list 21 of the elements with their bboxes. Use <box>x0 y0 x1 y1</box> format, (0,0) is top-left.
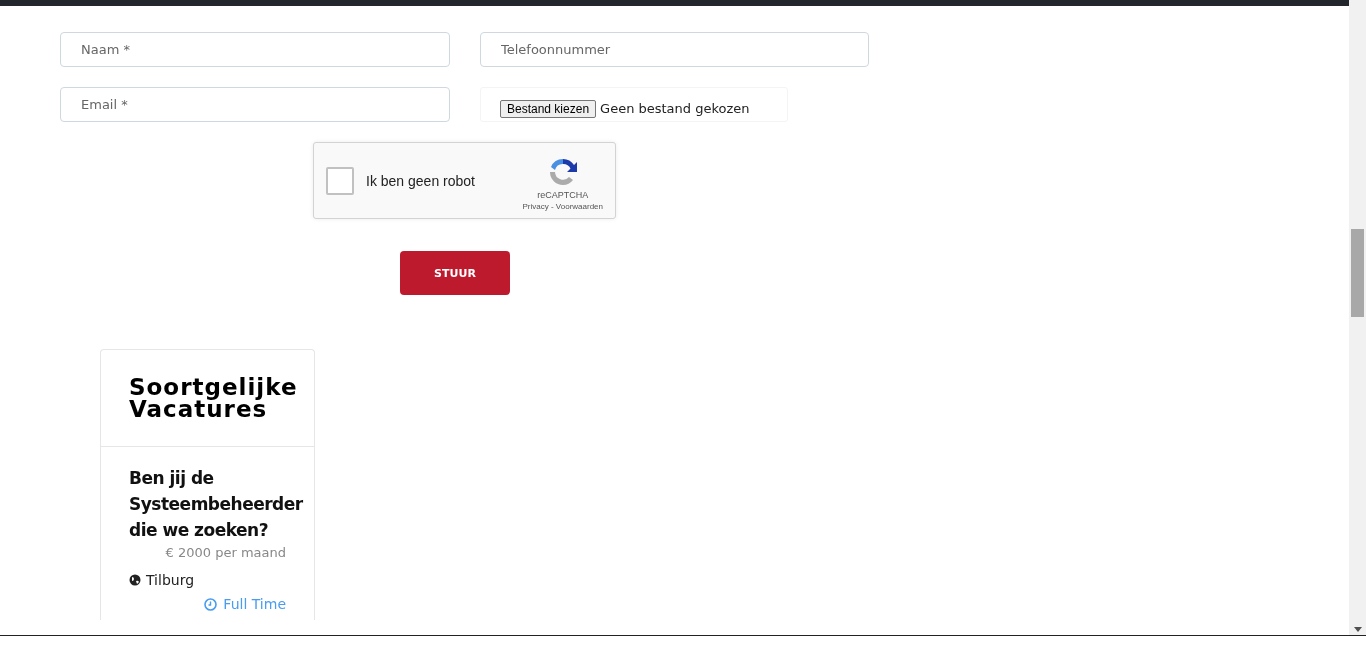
scrollbar-thumb[interactable] <box>1351 229 1364 317</box>
card-title: Soortgelijke Vacatures <box>101 350 314 447</box>
salary-text: € 2000 per maand <box>164 545 287 560</box>
captcha-checkbox[interactable] <box>326 166 354 195</box>
captcha-label: Ik ben geen robot <box>366 172 476 189</box>
file-status-text: Geen bestand gekozen <box>600 101 750 116</box>
scrollbar[interactable] <box>1349 0 1366 635</box>
text-field[interactable]: Email * <box>60 87 450 122</box>
scroll-down-arrow-icon[interactable] <box>1353 627 1362 632</box>
globe-icon <box>129 574 141 586</box>
captcha-links[interactable]: Privacy - Voorwaarden <box>522 202 603 211</box>
location-text: Tilburg <box>146 572 195 588</box>
captcha-brand-text: reCAPTCHA <box>537 190 589 200</box>
choose-file-button[interactable]: Bestand kiezen <box>500 99 597 118</box>
text-field[interactable]: Telefoonnummer <box>480 32 869 67</box>
job-type-text: Full Time <box>223 596 286 612</box>
job-title[interactable]: Ben jij de Systeembeheerder die we zoeken? <box>129 465 306 543</box>
submit-button[interactable]: STUUR <box>400 251 510 295</box>
text-field[interactable]: Naam * <box>60 32 450 67</box>
file-field[interactable]: Bestand kiezen Geen bestand gekozen <box>480 87 788 122</box>
clock-icon <box>204 597 218 611</box>
